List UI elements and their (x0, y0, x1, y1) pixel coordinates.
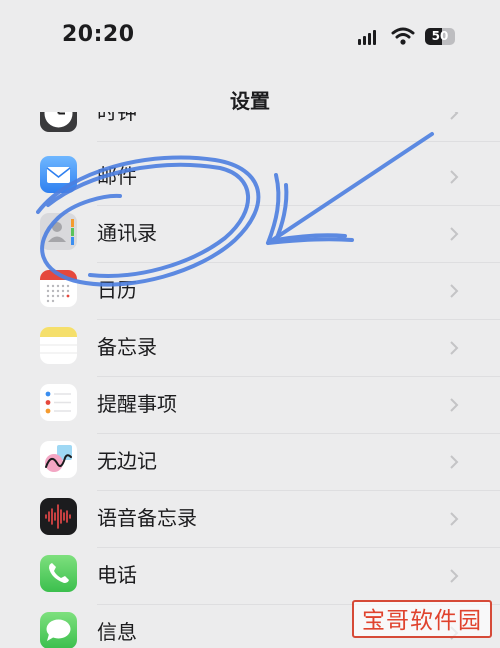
battery-icon: 50 (425, 28, 455, 45)
calendar-icon (40, 270, 77, 307)
cellular-signal-icon (358, 29, 378, 45)
settings-item-label: 日历 (97, 278, 137, 302)
reminders-icon (40, 384, 77, 421)
contacts-icon (40, 213, 77, 250)
chevron-right-icon (450, 455, 459, 469)
chevron-right-icon (450, 227, 459, 241)
settings-item-label: 邮件 (97, 164, 137, 188)
mail-icon (40, 156, 77, 193)
settings-item-label: 语音备忘录 (97, 506, 197, 530)
chevron-right-icon (450, 112, 459, 120)
settings-item-clock[interactable]: 时钟 (0, 112, 500, 142)
chevron-right-icon (450, 341, 459, 355)
clock-icon (40, 112, 77, 132)
chevron-right-icon (450, 569, 459, 583)
settings-item-freeform[interactable]: 无边记 (0, 434, 500, 491)
status-bar: 20:20 50 (0, 0, 500, 72)
chevron-right-icon (450, 170, 459, 184)
settings-item-label: 信息 (97, 620, 137, 644)
settings-item-reminders[interactable]: 提醒事项 (0, 377, 500, 434)
settings-item-label: 通讯录 (97, 221, 157, 245)
settings-item-mail[interactable]: 邮件 (0, 149, 500, 206)
page-title: 设置 (230, 89, 270, 113)
settings-item-notes[interactable]: 备忘录 (0, 320, 500, 377)
battery-percentage: 50 (431, 29, 449, 43)
status-time: 20:20 (62, 22, 135, 47)
voice-memos-icon (40, 498, 77, 535)
settings-item-label: 无边记 (97, 449, 157, 473)
settings-item-label: 时钟 (97, 112, 137, 124)
chevron-right-icon (450, 398, 459, 412)
wifi-icon (391, 27, 415, 45)
settings-list[interactable]: 时钟 邮件 通讯录 日历 备忘录 提醒事项 无边记 语音备忘录 电话 信息 (0, 112, 500, 648)
chevron-right-icon (450, 512, 459, 526)
messages-icon (40, 612, 77, 648)
phone-icon (40, 555, 77, 592)
notes-icon (40, 327, 77, 364)
settings-item-voice-memos[interactable]: 语音备忘录 (0, 491, 500, 548)
settings-item-label: 提醒事项 (97, 392, 177, 416)
settings-item-phone[interactable]: 电话 (0, 548, 500, 605)
watermark: 宝哥软件园 (352, 600, 492, 638)
settings-item-calendar[interactable]: 日历 (0, 263, 500, 320)
settings-item-label: 备忘录 (97, 335, 157, 359)
chevron-right-icon (450, 284, 459, 298)
settings-item-label: 电话 (97, 563, 137, 587)
freeform-icon (40, 441, 77, 478)
settings-item-contacts[interactable]: 通讯录 (0, 206, 500, 263)
